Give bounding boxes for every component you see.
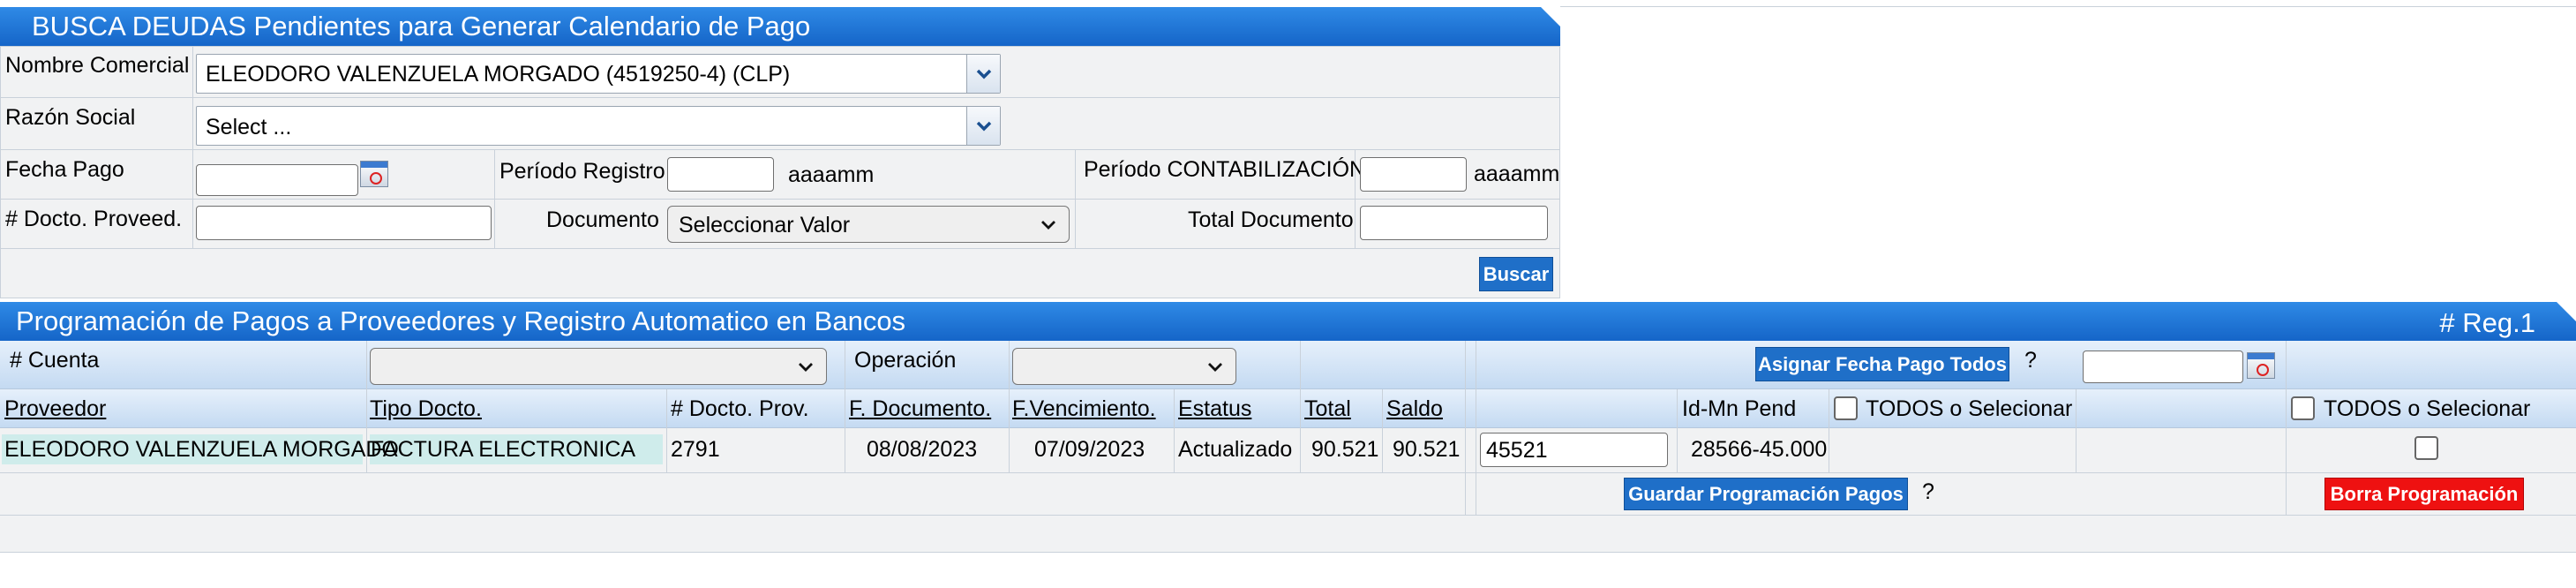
col-divider (1174, 389, 1175, 473)
total-documento-label: Total Documento (1188, 207, 1354, 232)
periodo-registro-hint: aaaamm (788, 162, 875, 187)
guardar-programacion-button[interactable]: Guardar Programación Pagos (1624, 478, 1908, 510)
fecha-pago-input[interactable] (196, 164, 358, 196)
col-divider (192, 46, 193, 249)
col-docto-prov: # Docto. Prov. (671, 396, 809, 421)
payments-panel-header: Programación de Pagos a Proveedores y Re… (0, 302, 2576, 341)
periodo-contab-input[interactable] (1360, 157, 1467, 192)
row-saldo: 90.521 (1393, 437, 1461, 462)
col-divider (494, 150, 495, 249)
razon-social-dropdown-button[interactable] (966, 107, 1000, 145)
reg-count: # Reg.1 (2439, 307, 2535, 338)
documento-value: Seleccionar Valor (679, 213, 851, 237)
documento-label: Documento (546, 207, 659, 232)
razon-social-value: Select ... (206, 115, 292, 139)
periodo-contab-label: Período CONTABILIZACIÓN (1084, 157, 1366, 182)
cuenta-label: # Cuenta (10, 348, 100, 373)
periodo-registro-label: Período Registro (499, 159, 665, 184)
col-divider (2286, 341, 2287, 516)
row-f-vencimiento: 07/09/2023 (1034, 437, 1145, 462)
col-divider (1465, 341, 1466, 516)
borrar-programacion-button[interactable]: Borra Programación (2324, 478, 2524, 510)
row-id-mn-pend: 28566-45.000 (1691, 437, 1828, 462)
col-f-documento[interactable]: F. Documento. (849, 398, 991, 420)
empty-row-bg (0, 516, 2576, 553)
footer-row-bg (0, 473, 2576, 516)
col-f-vencimiento[interactable]: F.Vencimiento. (1012, 398, 1156, 420)
col-proveedor[interactable]: Proveedor (4, 398, 106, 420)
col-divider (1300, 341, 1301, 473)
docto-proveed-label: # Docto. Proveed. (5, 207, 183, 231)
cuenta-select[interactable] (370, 348, 827, 385)
nombre-comercial-dropdown-button[interactable] (966, 55, 1000, 93)
col-estatus[interactable]: Estatus (1178, 398, 1251, 420)
asignar-help-mark: ? (2024, 348, 2037, 373)
payment-amount-value: 45521 (1486, 438, 1548, 463)
chevron-down-icon (976, 69, 991, 79)
col-divider (1075, 150, 1076, 249)
select-all-checkbox-1[interactable] (1834, 396, 1858, 420)
row-total: 90.521 (1311, 437, 1379, 462)
row-proveedor: ELEODORO VALENZUELA MORGADO (4, 437, 399, 462)
operacion-label: Operación (854, 348, 957, 373)
col-divider (1009, 341, 1010, 473)
chevron-down-icon (799, 363, 813, 372)
row-estatus: Actualizado (1178, 437, 1293, 462)
calendar-icon[interactable] (360, 161, 388, 187)
search-panel-title: BUSCA DEUDAS Pendientes para Generar Cal… (32, 11, 811, 41)
total-documento-input[interactable] (1360, 206, 1548, 240)
row-f-documento: 08/08/2023 (867, 437, 978, 462)
col-divider (1382, 389, 1383, 473)
top-rule (1560, 6, 2576, 7)
fecha-pago-label: Fecha Pago (5, 157, 124, 182)
payments-panel-title: Programación de Pagos a Proveedores y Re… (16, 305, 906, 336)
periodo-registro-input[interactable] (667, 157, 774, 192)
search-panel-header: BUSCA DEUDAS Pendientes para Generar Cal… (0, 7, 1560, 46)
col-divider (1677, 389, 1678, 473)
col-tipo-docto[interactable]: Tipo Docto. (370, 398, 482, 420)
calendar-icon[interactable] (2247, 352, 2275, 379)
razon-social-label: Razón Social (5, 105, 136, 130)
col-divider (666, 389, 667, 473)
select-all-checkbox-2[interactable] (2291, 396, 2315, 420)
row-select-checkbox[interactable] (2415, 436, 2438, 460)
col-todos-2: TODOS o Selecionar (2324, 396, 2531, 421)
row-docto-prov: 2791 (671, 437, 720, 462)
asignar-fecha-todos-button[interactable]: Asignar Fecha Pago Todos (1755, 347, 2009, 381)
nombre-comercial-select[interactable]: ELEODORO VALENZUELA MORGADO (4519250-4) … (196, 54, 1001, 94)
corner-fold-icon (1541, 7, 1560, 26)
payment-amount-input[interactable]: 45521 (1480, 433, 1668, 467)
chevron-down-icon (976, 121, 991, 131)
row-tipo-docto: FACTURA ELECTRONICA (371, 437, 636, 462)
periodo-contab-hint: aaaamm (1474, 162, 1560, 186)
buscar-button[interactable]: Buscar (1479, 257, 1553, 291)
col-saldo[interactable]: Saldo (1386, 398, 1443, 420)
documento-select[interactable]: Seleccionar Valor (667, 206, 1070, 243)
chevron-down-icon (1041, 221, 1055, 230)
operacion-select[interactable] (1012, 348, 1236, 385)
nombre-comercial-label: Nombre Comercial (5, 53, 190, 78)
corner-fold-icon (2557, 302, 2576, 321)
col-id-mn-pend: Id-Mn Pend (1682, 396, 1797, 421)
nombre-comercial-value: ELEODORO VALENZUELA MORGADO (4519250-4) … (206, 62, 791, 87)
fecha-todos-input[interactable] (2083, 351, 2243, 383)
col-divider (2076, 389, 2077, 473)
guardar-help-mark: ? (1922, 479, 1934, 504)
razon-social-select[interactable]: Select ... (196, 106, 1001, 146)
col-todos-1: TODOS o Selecionar (1866, 396, 2073, 421)
docto-proveed-input[interactable] (196, 206, 492, 240)
chevron-down-icon (1208, 363, 1222, 372)
col-total[interactable]: Total (1304, 398, 1351, 420)
